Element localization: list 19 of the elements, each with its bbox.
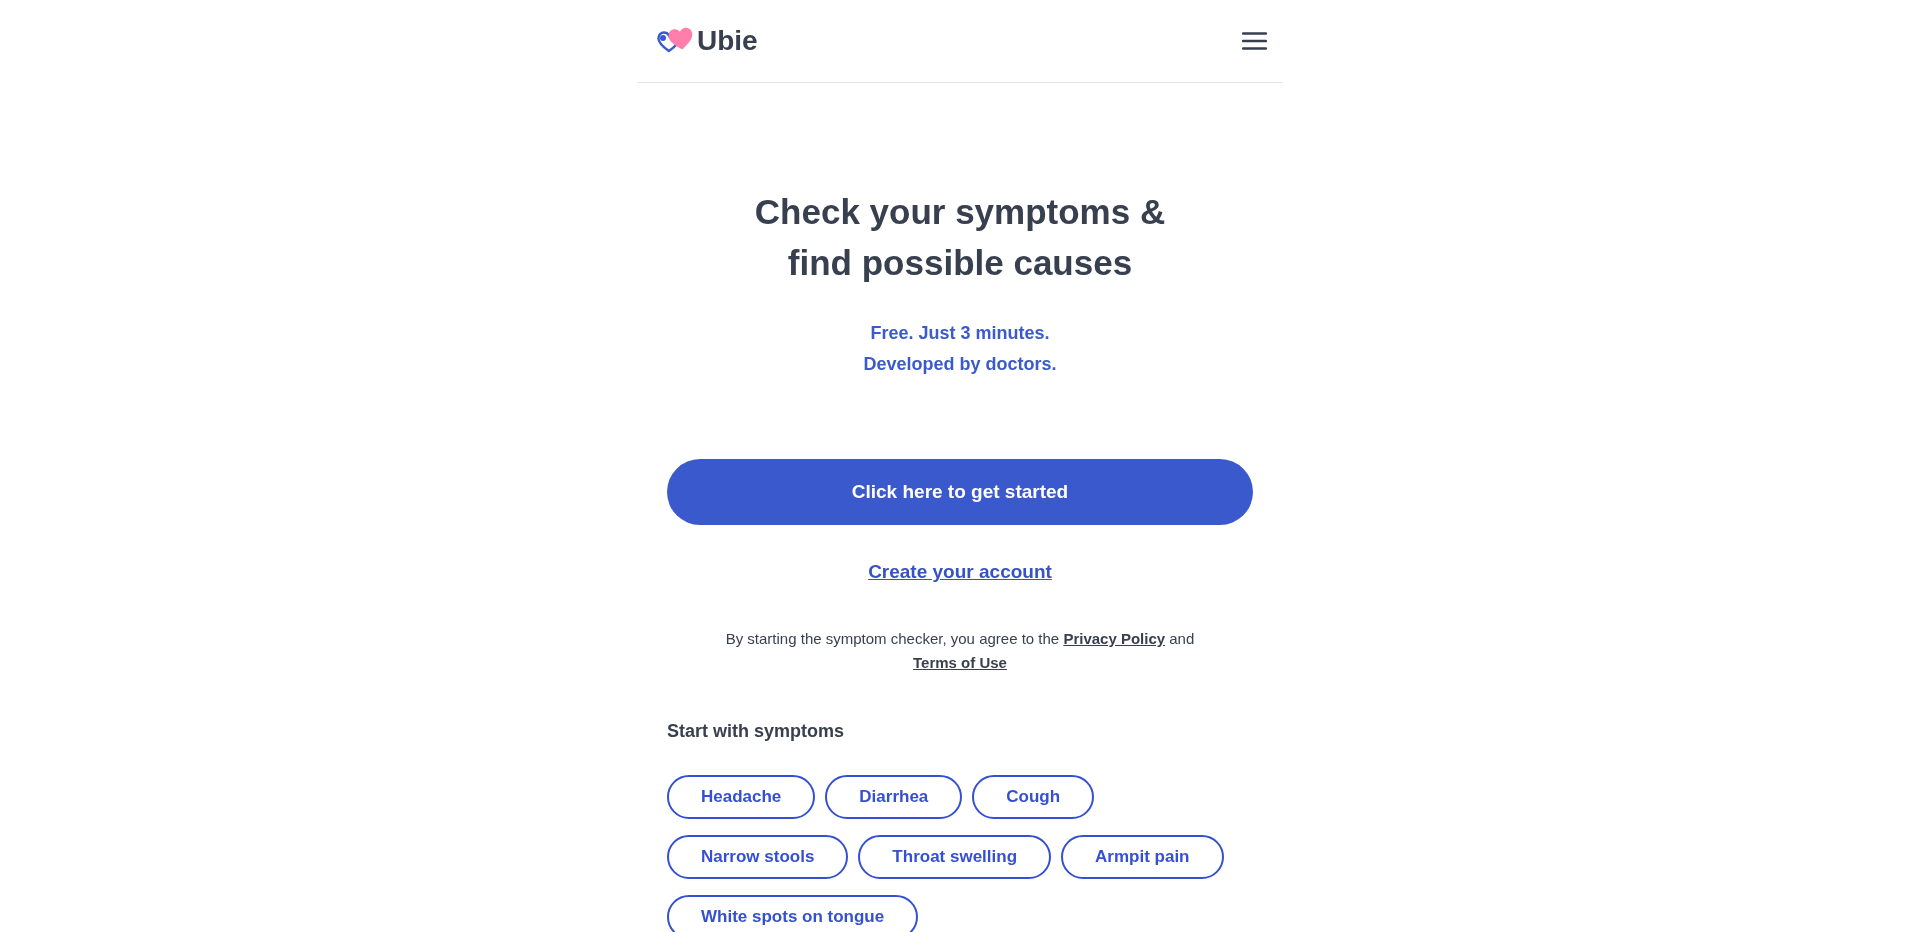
symptom-chip[interactable]: Headache — [667, 775, 816, 819]
symptoms-heading: Start with symptoms — [667, 720, 846, 743]
consent-text: By starting the symptom checker, you agree to the Privacy Policy and Terms of Use — [724, 629, 1196, 673]
symptom-chip[interactable]: White spots on tongue — [667, 895, 919, 932]
symptom-chip[interactable]: Cough — [972, 775, 1095, 819]
hero-subtitle: Free. Just 3 minutes. Developed by doctors. — [862, 322, 1058, 376]
terms-of-use-link[interactable]: Terms of Use — [913, 654, 1007, 671]
symptom-chip[interactable]: Armpit pain — [1061, 835, 1224, 879]
symptom-chip[interactable]: Throat swelling — [858, 835, 1052, 879]
create-account-link[interactable]: Create your account — [868, 558, 1052, 586]
symptom-chip[interactable]: Narrow stools — [667, 835, 849, 879]
home-logo-link[interactable]: Ubie — [656, 27, 758, 55]
menu-button[interactable] — [1242, 32, 1267, 50]
hero-title: Check your symptoms & find possible causes — [753, 191, 1167, 284]
symptom-chip[interactable]: Diarrhea — [825, 775, 963, 819]
get-started-button[interactable]: Click here to get started — [667, 459, 1253, 525]
menu-icon — [1242, 32, 1267, 50]
heart-logo-icon — [656, 27, 694, 55]
privacy-policy-link[interactable]: Privacy Policy — [1063, 630, 1166, 647]
